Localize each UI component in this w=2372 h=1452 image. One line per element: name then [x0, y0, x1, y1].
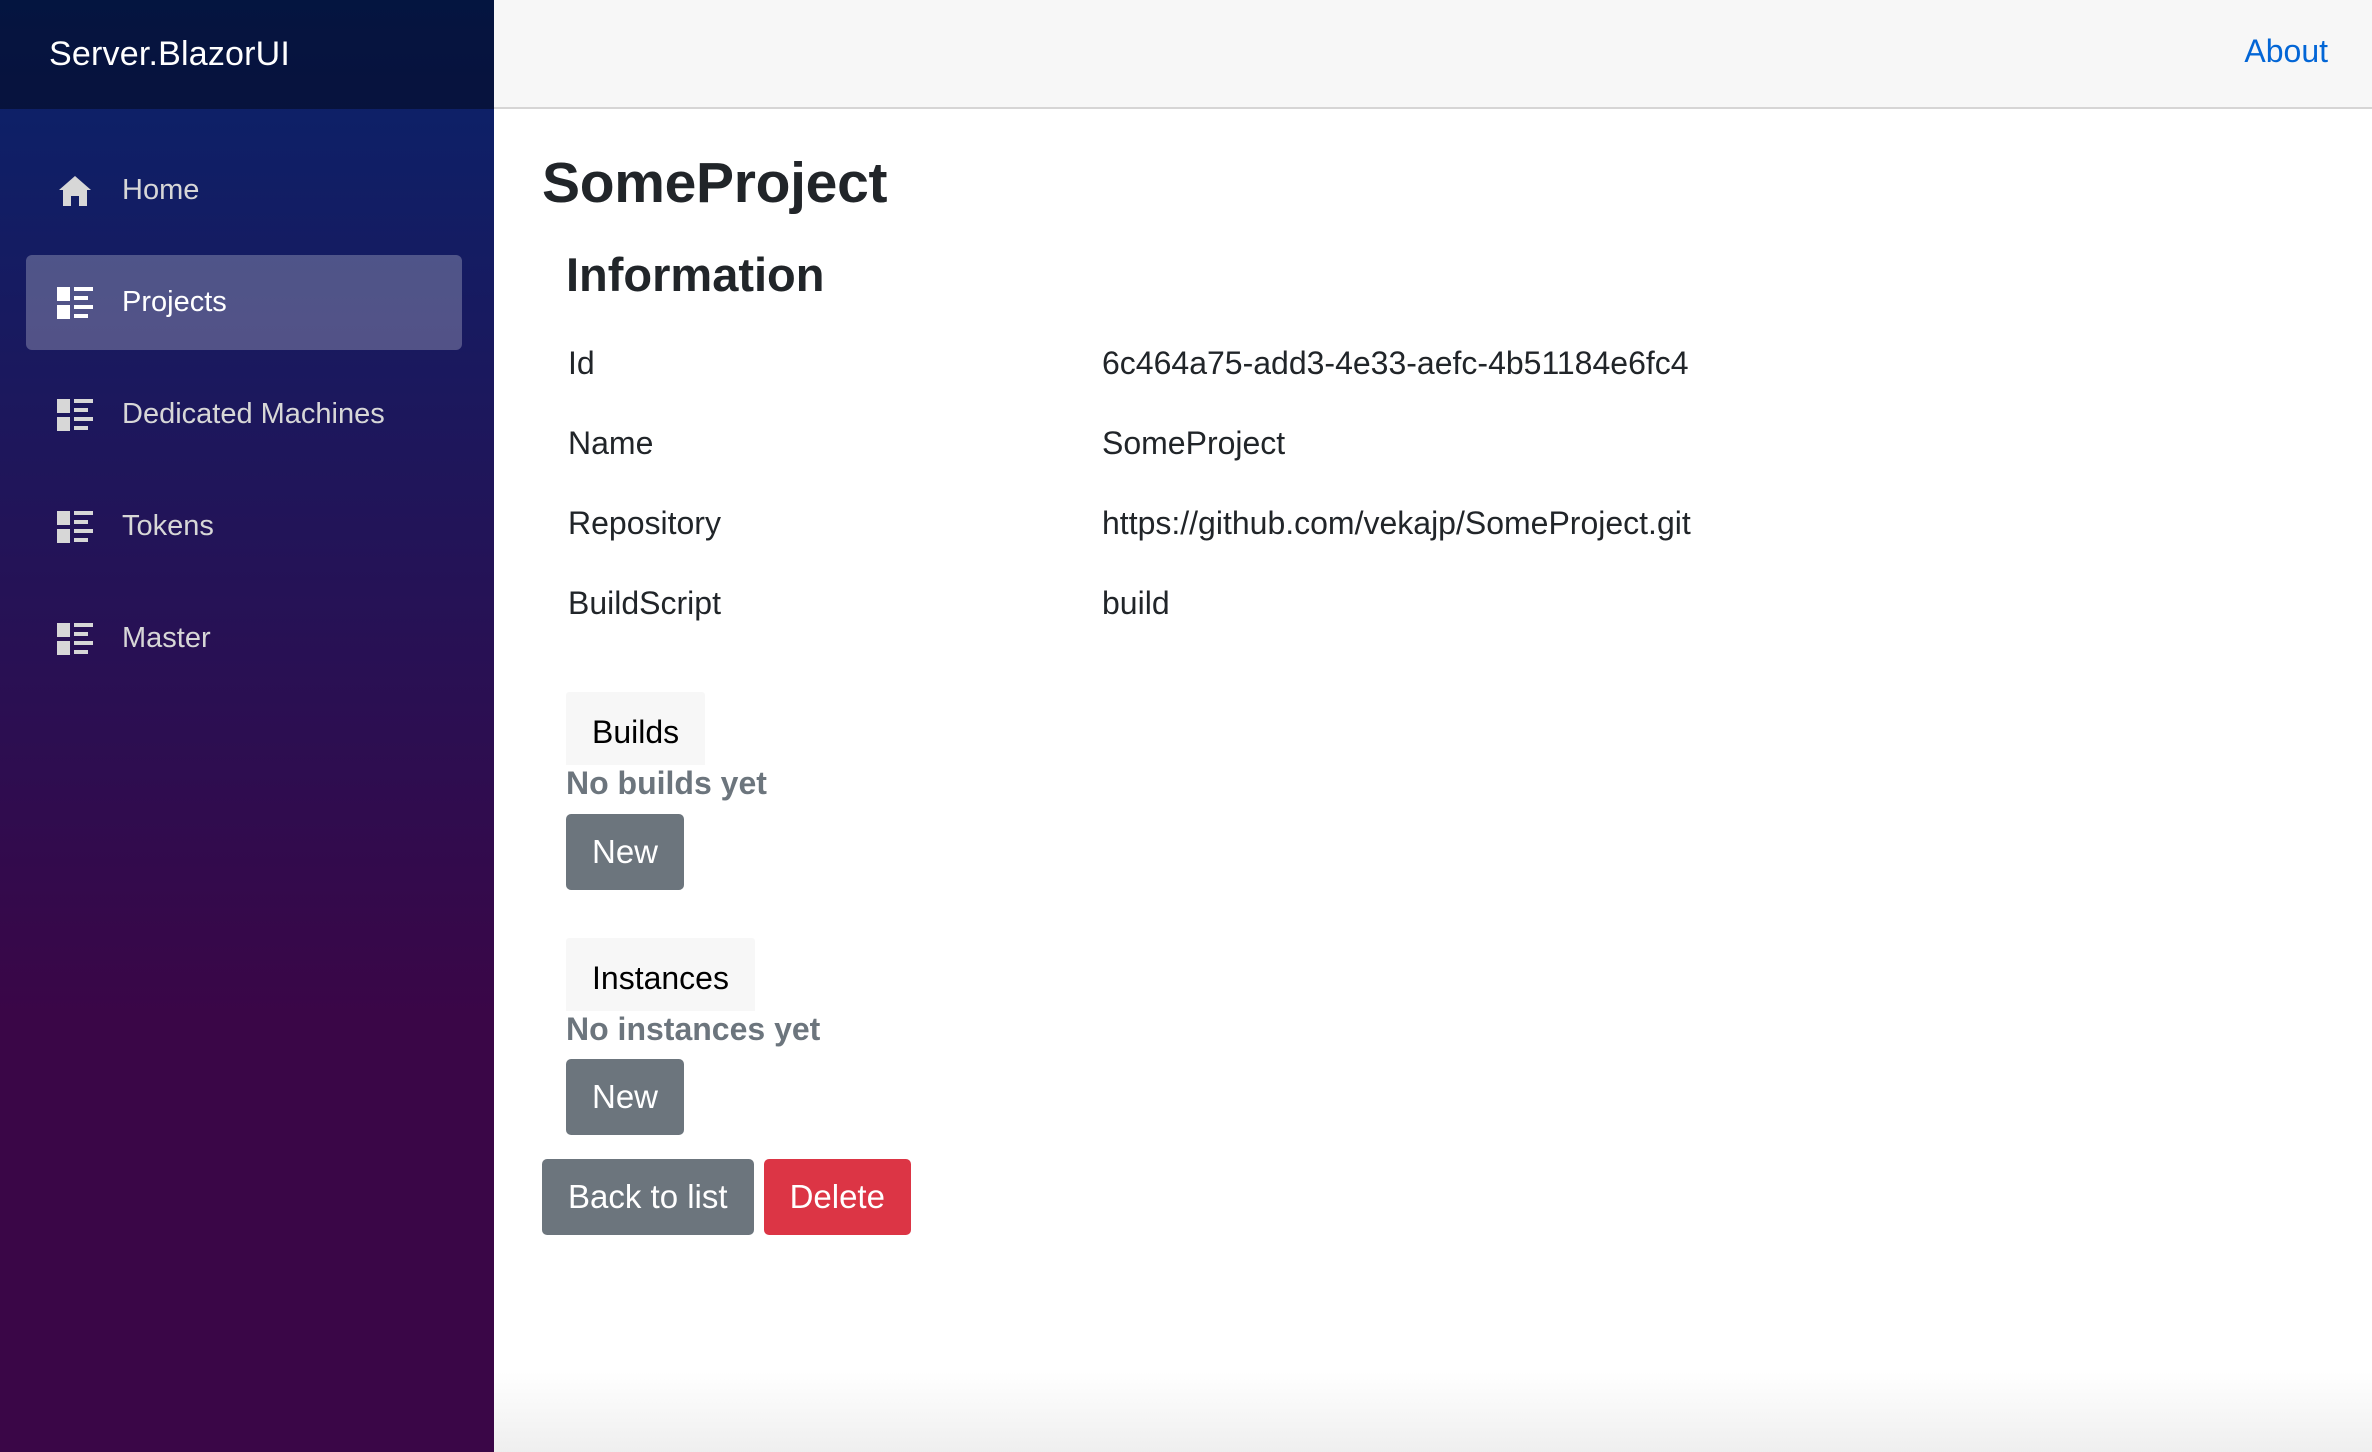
- bottom-fade: [494, 1372, 2372, 1452]
- tab-builds[interactable]: Builds: [566, 691, 706, 765]
- delete-button[interactable]: Delete: [763, 1159, 911, 1236]
- list-icon: [56, 621, 94, 657]
- info-value: build: [1102, 585, 1170, 622]
- page-title: SomeProject: [542, 151, 888, 215]
- information-heading: Information: [566, 248, 825, 302]
- list-icon: [56, 397, 94, 433]
- info-key: Name: [568, 425, 654, 462]
- info-row-buildscript: BuildScript build: [568, 564, 2322, 644]
- info-key: Id: [568, 345, 595, 382]
- main-content: SomeProject Information Id 6c464a75-add3…: [542, 109, 2322, 1236]
- info-value: 6c464a75-add3-4e33-aefc-4b51184e6fc4: [1102, 345, 1689, 382]
- info-row-repository: Repository https://github.com/vekajp/Som…: [568, 484, 2322, 564]
- back-to-list-button[interactable]: Back to list: [542, 1159, 754, 1236]
- builds-empty-text: No builds yet: [566, 764, 767, 801]
- sidebar-item-label: Projects: [122, 286, 227, 318]
- sidebar-item-home[interactable]: Home: [26, 143, 462, 238]
- sidebar-item-label: Tokens: [122, 510, 214, 542]
- brand-link[interactable]: Server.BlazorUI: [49, 35, 290, 74]
- sidebar-item-dedicated-machines[interactable]: Dedicated Machines: [26, 367, 462, 462]
- tab-instances[interactable]: Instances: [566, 937, 755, 1011]
- sidebar-nav: Home Projects Dedicated Machines Tokens …: [0, 109, 494, 686]
- home-icon: [56, 173, 94, 209]
- list-icon: [56, 285, 94, 321]
- info-value: SomeProject: [1102, 425, 1286, 462]
- sidebar-item-label: Home: [122, 174, 200, 206]
- info-key: BuildScript: [568, 585, 721, 622]
- list-icon: [56, 509, 94, 545]
- info-value: https://github.com/vekajp/SomeProject.gi…: [1102, 505, 1691, 542]
- app-root: Server.BlazorUI Home Projects Dedicated …: [0, 0, 2372, 1452]
- about-link[interactable]: About: [2244, 33, 2328, 70]
- instances-section: Instances No instances yet New: [566, 937, 2322, 1136]
- sidebar-item-master[interactable]: Master: [26, 591, 462, 686]
- info-row-name: Name SomeProject: [568, 404, 2322, 484]
- instances-empty-text: No instances yet: [566, 1010, 821, 1047]
- information-table: Id 6c464a75-add3-4e33-aefc-4b51184e6fc4 …: [568, 324, 2322, 644]
- sidebar-item-label: Dedicated Machines: [122, 398, 385, 430]
- new-instance-button[interactable]: New: [566, 1059, 685, 1136]
- sidebar-item-label: Master: [122, 622, 211, 654]
- sidebar-item-projects[interactable]: Projects: [26, 255, 462, 350]
- top-bar: About: [494, 0, 2372, 109]
- info-row-id: Id 6c464a75-add3-4e33-aefc-4b51184e6fc4: [568, 324, 2322, 404]
- action-buttons: Back to list Delete: [542, 1159, 2322, 1236]
- info-key: Repository: [568, 505, 721, 542]
- builds-section: Builds No builds yet New: [566, 691, 2322, 890]
- sidebar: Server.BlazorUI Home Projects Dedicated …: [0, 0, 494, 1452]
- new-build-button[interactable]: New: [566, 813, 685, 890]
- brand-bar: Server.BlazorUI: [0, 0, 494, 109]
- sidebar-item-tokens[interactable]: Tokens: [26, 479, 462, 574]
